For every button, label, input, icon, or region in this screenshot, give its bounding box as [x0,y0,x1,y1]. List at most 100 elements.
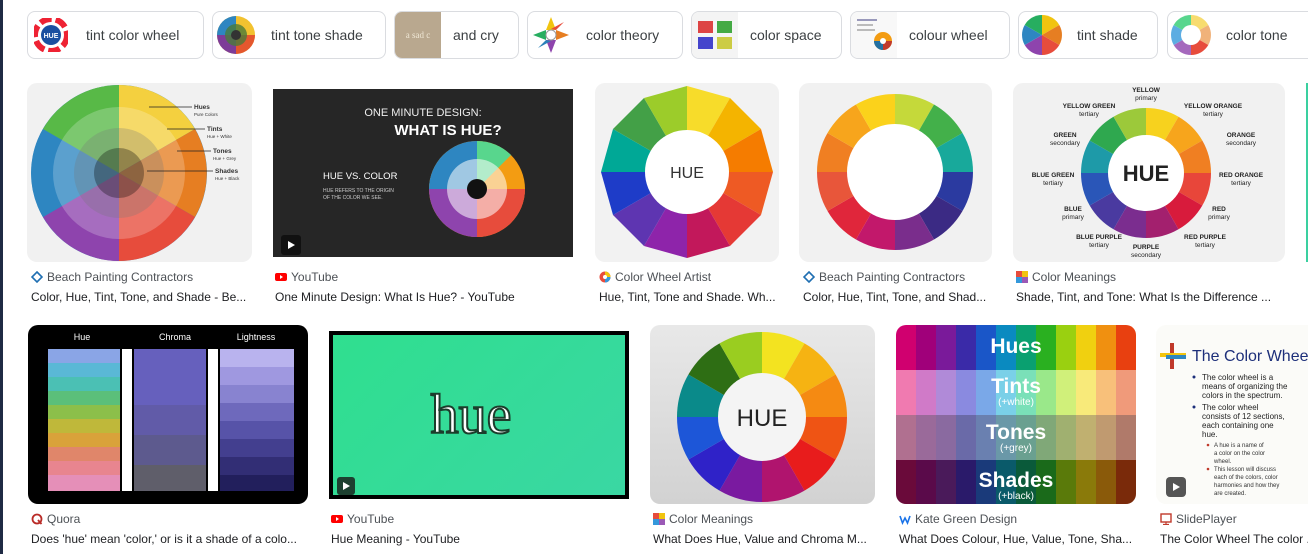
svg-text:HUE: HUE [1123,161,1169,186]
chip-colour-wheel[interactable]: colour wheel [850,11,1010,59]
svg-text:ONE MINUTE DESIGN:: ONE MINUTE DESIGN: [364,107,481,119]
result-source[interactable]: YouTube [275,270,338,284]
svg-text:HUE: HUE [670,165,704,182]
svg-text:each containing one: each containing one [1202,421,1274,430]
result-title[interactable]: Hue Meaning - YouTube [331,532,629,546]
result-image[interactable]: HUE [650,325,875,504]
result-source[interactable]: YouTube [331,512,394,526]
svg-text:consists of 12 sections,: consists of 12 sections, [1202,412,1285,421]
svg-text:BLUE GREEN: BLUE GREEN [1032,172,1075,179]
chip-tint-color-wheel[interactable]: HUE tint color wheel [27,11,204,59]
youtube-icon [275,273,287,281]
chip-label: tint tone shade [271,27,363,43]
play-icon[interactable] [1166,477,1186,497]
color-wheel-icon [1019,12,1065,58]
svg-text:means of organizing the: means of organizing the [1202,382,1288,391]
svg-text:The color wheel: The color wheel [1202,403,1259,412]
svg-text:RED ORANGE: RED ORANGE [1219,172,1264,179]
svg-text:tertiary: tertiary [1203,111,1224,118]
result-image[interactable] [799,83,992,262]
svg-text:Shades: Shades [215,168,239,175]
chip-label: tint color wheel [86,27,180,43]
window-left-border [0,0,3,554]
chip-label: tint shade [1077,27,1138,43]
result-source[interactable]: Beach Painting Contractors [803,270,965,284]
color-wheel-favicon-icon [599,271,611,283]
svg-text:secondary: secondary [1131,252,1162,259]
svg-text:primary: primary [1135,95,1157,102]
chip-tint-tone-shade[interactable]: tint tone shade [212,11,386,59]
svg-text:(+black): (+black) [998,491,1034,502]
svg-text:The Color Wheel: The Color Wheel [1192,348,1308,365]
color-wheel-icon [851,12,897,58]
result-source[interactable]: Kate Green Design [899,512,1017,526]
svg-text:wheel.: wheel. [1213,459,1232,465]
result-title[interactable]: One Minute Design: What Is Hue? - YouTub… [275,290,575,304]
result-title[interactable]: Shade, Tint, and Tone: What Is the Diffe… [1016,290,1281,304]
hue-badge-text: HUE [44,33,59,40]
svg-text:RED PURPLE: RED PURPLE [1184,234,1227,241]
svg-text:Hue + Black: Hue + Black [215,176,240,181]
svg-text:Pure Colors: Pure Colors [194,112,219,117]
svg-text:a color on the color: a color on the color [1214,451,1265,457]
chip-label: and cry [453,27,499,43]
color-wheel-icon: HUE [28,12,74,58]
result-title[interactable]: What Does Colour, Hue, Value, Tone, Sha.… [899,532,1135,546]
result-title[interactable]: Hue, Tint, Tone and Shade. Wh... [599,290,779,304]
svg-text:BLUE PURPLE: BLUE PURPLE [1076,234,1123,241]
result-source[interactable]: Color Meanings [653,512,753,526]
and-cry-thumb-text: a sad c [405,30,431,40]
svg-text:RED: RED [1212,206,1226,213]
color-wheel-icon [528,12,574,58]
result-image[interactable]: HUE [595,83,779,262]
chip-and-cry[interactable]: a sad c and cry [394,11,519,59]
diamond-favicon-icon [803,271,815,283]
svg-text:OF THE COLOR WE SEE.: OF THE COLOR WE SEE. [323,195,383,201]
svg-text:GREEN: GREEN [1053,132,1076,139]
result-image[interactable]: HUE YELLOW primary YELLOW GREEN tertiary… [1013,83,1285,262]
result-image[interactable]: Hue Chroma Lightness [28,325,308,504]
result-title[interactable]: Does 'hue' mean 'color,' or is it a shad… [31,532,307,546]
svg-text:HUE: HUE [737,405,788,432]
result-image[interactable]: ONE MINUTE DESIGN: WHAT IS HUE? HUE VS. … [273,89,573,257]
svg-text:are created.: are created. [1214,491,1246,497]
result-title[interactable]: The Color Wheel The color ... [1160,532,1308,546]
youtube-icon [331,515,343,523]
svg-text:YELLOW ORANGE: YELLOW ORANGE [1184,103,1243,110]
svg-text:primary: primary [1062,214,1084,221]
svg-text:harmonies and how they: harmonies and how they [1214,483,1279,489]
svg-text:HUE VS. COLOR: HUE VS. COLOR [323,171,398,182]
svg-text:hue: hue [431,384,512,446]
kate-green-favicon-icon [899,515,911,525]
result-source[interactable]: SlidePlayer [1160,512,1237,526]
svg-text:(+white): (+white) [998,397,1034,408]
result-title[interactable]: Color, Hue, Tint, Tone, and Shad... [803,290,991,304]
result-source[interactable]: Color Wheel Artist [599,270,711,284]
result-title[interactable]: What Does Hue, Value and Chroma M... [653,532,875,546]
result-source[interactable]: Beach Painting Contractors [31,270,193,284]
svg-text:tertiary: tertiary [1079,111,1100,118]
svg-text:primary: primary [1208,214,1230,221]
play-icon[interactable] [281,235,301,255]
result-image[interactable]: Hues Tints (+white) Tones (+grey) Shades… [896,325,1136,504]
svg-text:(+grey): (+grey) [1000,443,1032,454]
color-chart-icon [692,12,738,58]
chip-tint-shade[interactable]: tint shade [1018,11,1158,59]
slideplayer-favicon-icon [1160,513,1172,525]
chip-color-theory[interactable]: color theory [527,11,683,59]
result-image[interactable]: The Color Wheel The color wheel is a mea… [1156,325,1308,504]
result-image[interactable]: hue [329,331,629,499]
svg-text:Tints: Tints [991,375,1041,398]
chip-color-space[interactable]: color space [691,11,842,59]
chip-color-tone[interactable]: color tone [1167,11,1308,59]
svg-text:tertiary: tertiary [1043,180,1064,187]
svg-text:Chroma: Chroma [159,332,191,342]
svg-text:Hue + White: Hue + White [207,134,232,139]
result-source[interactable]: Quora [31,512,80,526]
play-icon[interactable] [337,477,355,495]
chip-label: colour wheel [909,27,988,43]
result-title[interactable]: Color, Hue, Tint, Tone, and Shade - Be..… [31,290,251,304]
result-image[interactable]: Hues Pure Colors Tints Hue + White Tones… [27,83,252,262]
result-card[interactable]: The Color Wheel The color wheel is a mea… [1156,325,1308,554]
result-source[interactable]: Color Meanings [1016,270,1116,284]
